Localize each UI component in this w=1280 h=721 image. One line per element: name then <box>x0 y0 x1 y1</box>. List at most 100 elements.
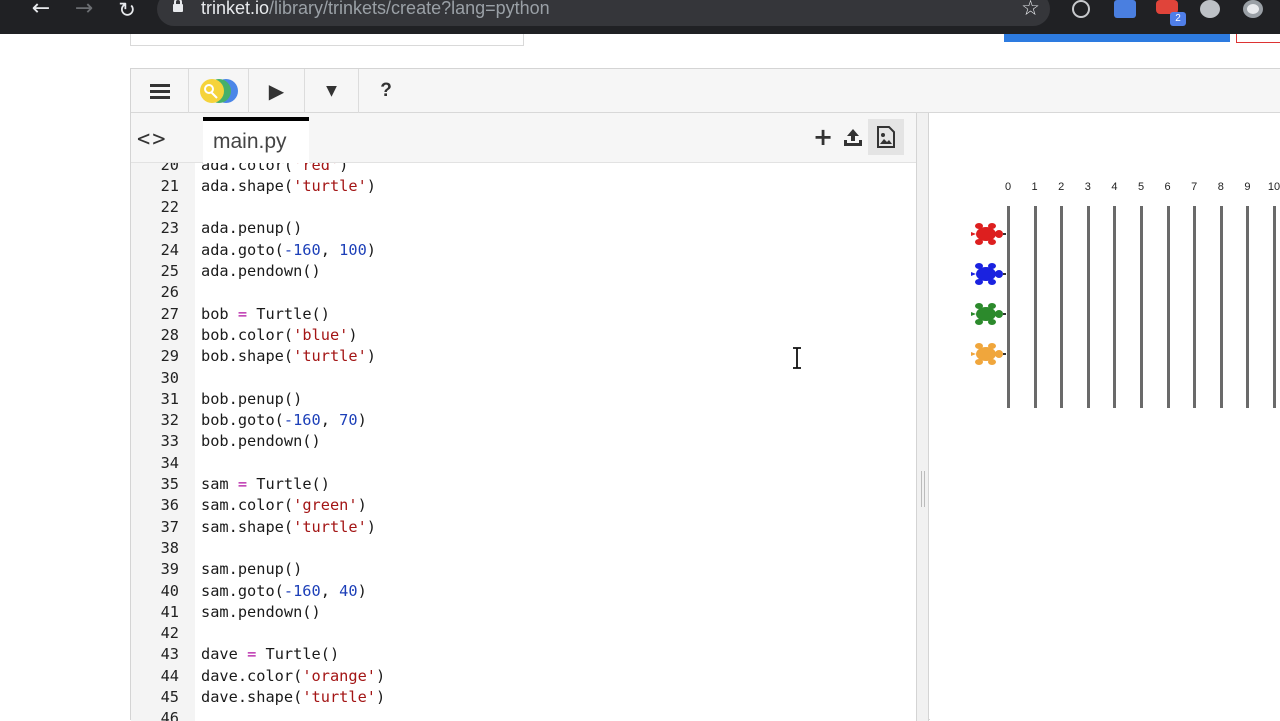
code-line[interactable]: 44 dave.color('orange') <box>131 666 916 687</box>
code-line[interactable]: 33 bob.pendown() <box>131 431 916 452</box>
code-line[interactable]: 28 bob.color('blue') <box>131 325 916 346</box>
code-line[interactable]: 25 ada.pendown() <box>131 261 916 282</box>
code-line[interactable]: 24 ada.goto(-160, 100) <box>131 240 916 261</box>
plus-icon[interactable]: + <box>808 119 838 155</box>
title-input-edge[interactable] <box>130 34 524 46</box>
image-icon[interactable] <box>868 119 904 155</box>
code-line[interactable]: 43 dave = Turtle() <box>131 644 916 665</box>
orange-turtle-icon <box>971 343 1006 365</box>
code-token: 'green' <box>293 496 358 515</box>
code-line[interactable]: 21 ada.shape('turtle') <box>131 176 916 197</box>
code-token: 'turtle' <box>302 688 376 706</box>
code-token: -160 <box>283 581 321 600</box>
code-line[interactable]: 42 <box>131 623 916 644</box>
code-text: sam.goto(-160, 40) <box>201 581 367 602</box>
code-token: ) <box>366 347 377 366</box>
tab-main-py[interactable]: main.py <box>203 117 309 163</box>
code-token: , <box>320 240 340 259</box>
finish-line <box>1246 206 1250 408</box>
extension-badge: 2 <box>1170 12 1186 26</box>
menu-button[interactable] <box>131 69 189 113</box>
code-token: 'turtle' <box>293 176 367 195</box>
panel-resize-handle[interactable] <box>917 113 929 721</box>
run-button[interactable]: ▶ <box>249 69 305 113</box>
code-line[interactable]: 32 bob.goto(-160, 70) <box>131 410 916 431</box>
code-token: sam.color( <box>201 496 294 515</box>
code-token: ada.penup() <box>201 219 303 238</box>
line-number: 40 <box>160 581 179 600</box>
resize-grip-icon <box>921 471 925 507</box>
tick-label: 7 <box>1191 181 1198 193</box>
profile-extension-icon[interactable] <box>1243 0 1263 18</box>
run-options-dropdown[interactable]: ▼ <box>305 69 359 113</box>
finish-line <box>1140 206 1143 408</box>
code-line[interactable]: 23 ada.penup() <box>131 218 916 239</box>
code-token: ) <box>376 688 386 706</box>
tab-scroll-arrows[interactable]: <> <box>137 127 168 152</box>
line-number: 43 <box>160 645 179 664</box>
help-button[interactable]: ? <box>359 69 413 113</box>
docs-extension-icon[interactable] <box>1114 0 1136 18</box>
code-token: = <box>247 645 257 664</box>
code-line[interactable]: 34 <box>131 453 916 474</box>
code-area[interactable]: 20 ada.color('red') 21 ada.shape('turtle') 2… <box>131 163 916 721</box>
code-token: Turtle() <box>256 645 340 664</box>
line-number: 46 <box>160 709 179 721</box>
code-line[interactable]: 36 sam.color('green') <box>131 495 916 516</box>
code-line[interactable]: 26 <box>131 282 916 303</box>
code-line[interactable]: 37 sam.shape('turtle') <box>131 517 916 538</box>
trinket-toolbar: ▶ ▼ ? <box>131 69 1280 113</box>
code-text: dave.shape('turtle') <box>201 687 385 708</box>
line-number: 44 <box>160 666 179 685</box>
code-token: 'blue' <box>293 325 349 344</box>
code-line[interactable]: 35 sam = Turtle() <box>131 474 916 495</box>
forward-icon[interactable]: → <box>69 0 99 22</box>
code-text: dave.color('orange') <box>201 666 385 687</box>
share-button-edge[interactable] <box>1004 34 1230 42</box>
code-token: bob.goto( <box>201 411 284 430</box>
code-token: ) <box>357 411 367 430</box>
line-number: 20 <box>160 163 179 174</box>
address-bar[interactable]: trinket.io/library/trinkets/create?lang=… <box>157 0 1050 26</box>
code-line[interactable]: 22 <box>131 197 916 218</box>
line-number: 35 <box>160 475 179 493</box>
upload-icon[interactable] <box>838 119 868 155</box>
finish-line <box>1219 206 1223 408</box>
code-token: ) <box>366 517 377 536</box>
code-line[interactable]: 31 bob.penup() <box>131 389 916 410</box>
code-line[interactable]: 27 bob = Turtle() <box>131 304 916 325</box>
code-line[interactable]: 30 <box>131 368 916 389</box>
code-token: -160 <box>283 411 321 430</box>
code-line[interactable]: 20 ada.color('red') <box>131 163 916 176</box>
tick-label: 0 <box>1004 181 1012 193</box>
code-line[interactable]: 41 sam.pendown() <box>131 602 916 623</box>
line-number: 45 <box>160 688 179 706</box>
code-line[interactable]: 39 sam.penup() <box>131 559 916 580</box>
code-token: bob.shape( <box>201 347 294 366</box>
code-token: ) <box>366 240 377 259</box>
line-number: 26 <box>160 283 179 302</box>
url-text[interactable]: trinket.io/library/trinkets/create?lang=… <box>201 0 550 19</box>
code-token: bob.color( <box>201 325 294 344</box>
chart-extension-icon[interactable] <box>1200 0 1220 18</box>
line-number: 36 <box>160 496 179 515</box>
code-line[interactable]: 46 <box>131 708 916 721</box>
cancel-button-edge[interactable] <box>1236 34 1280 43</box>
code-token: -160 <box>283 240 321 259</box>
lightbulb-extension-icon[interactable] <box>1072 0 1090 18</box>
code-line[interactable]: 40 sam.goto(-160, 40) <box>131 581 916 602</box>
code-text: bob = Turtle() <box>201 304 330 325</box>
code-line[interactable]: 45 dave.shape('turtle') <box>131 687 916 708</box>
tick-label: 2 <box>1058 181 1065 193</box>
back-icon[interactable]: ← <box>26 0 56 22</box>
star-icon[interactable]: ☆ <box>1021 0 1040 20</box>
finish-line <box>1193 206 1197 408</box>
code-line[interactable]: 38 <box>131 538 916 559</box>
code-text: bob.color('blue') <box>201 325 358 346</box>
browser-toolbar: ← → ↻ trinket.io/library/trinkets/create… <box>0 0 1280 34</box>
code-token: ada.pendown() <box>201 262 321 280</box>
code-token: dave <box>201 645 248 664</box>
trinket-logo-button[interactable] <box>189 69 249 113</box>
code-token: 70 <box>339 411 358 430</box>
reload-icon[interactable]: ↻ <box>112 0 142 22</box>
